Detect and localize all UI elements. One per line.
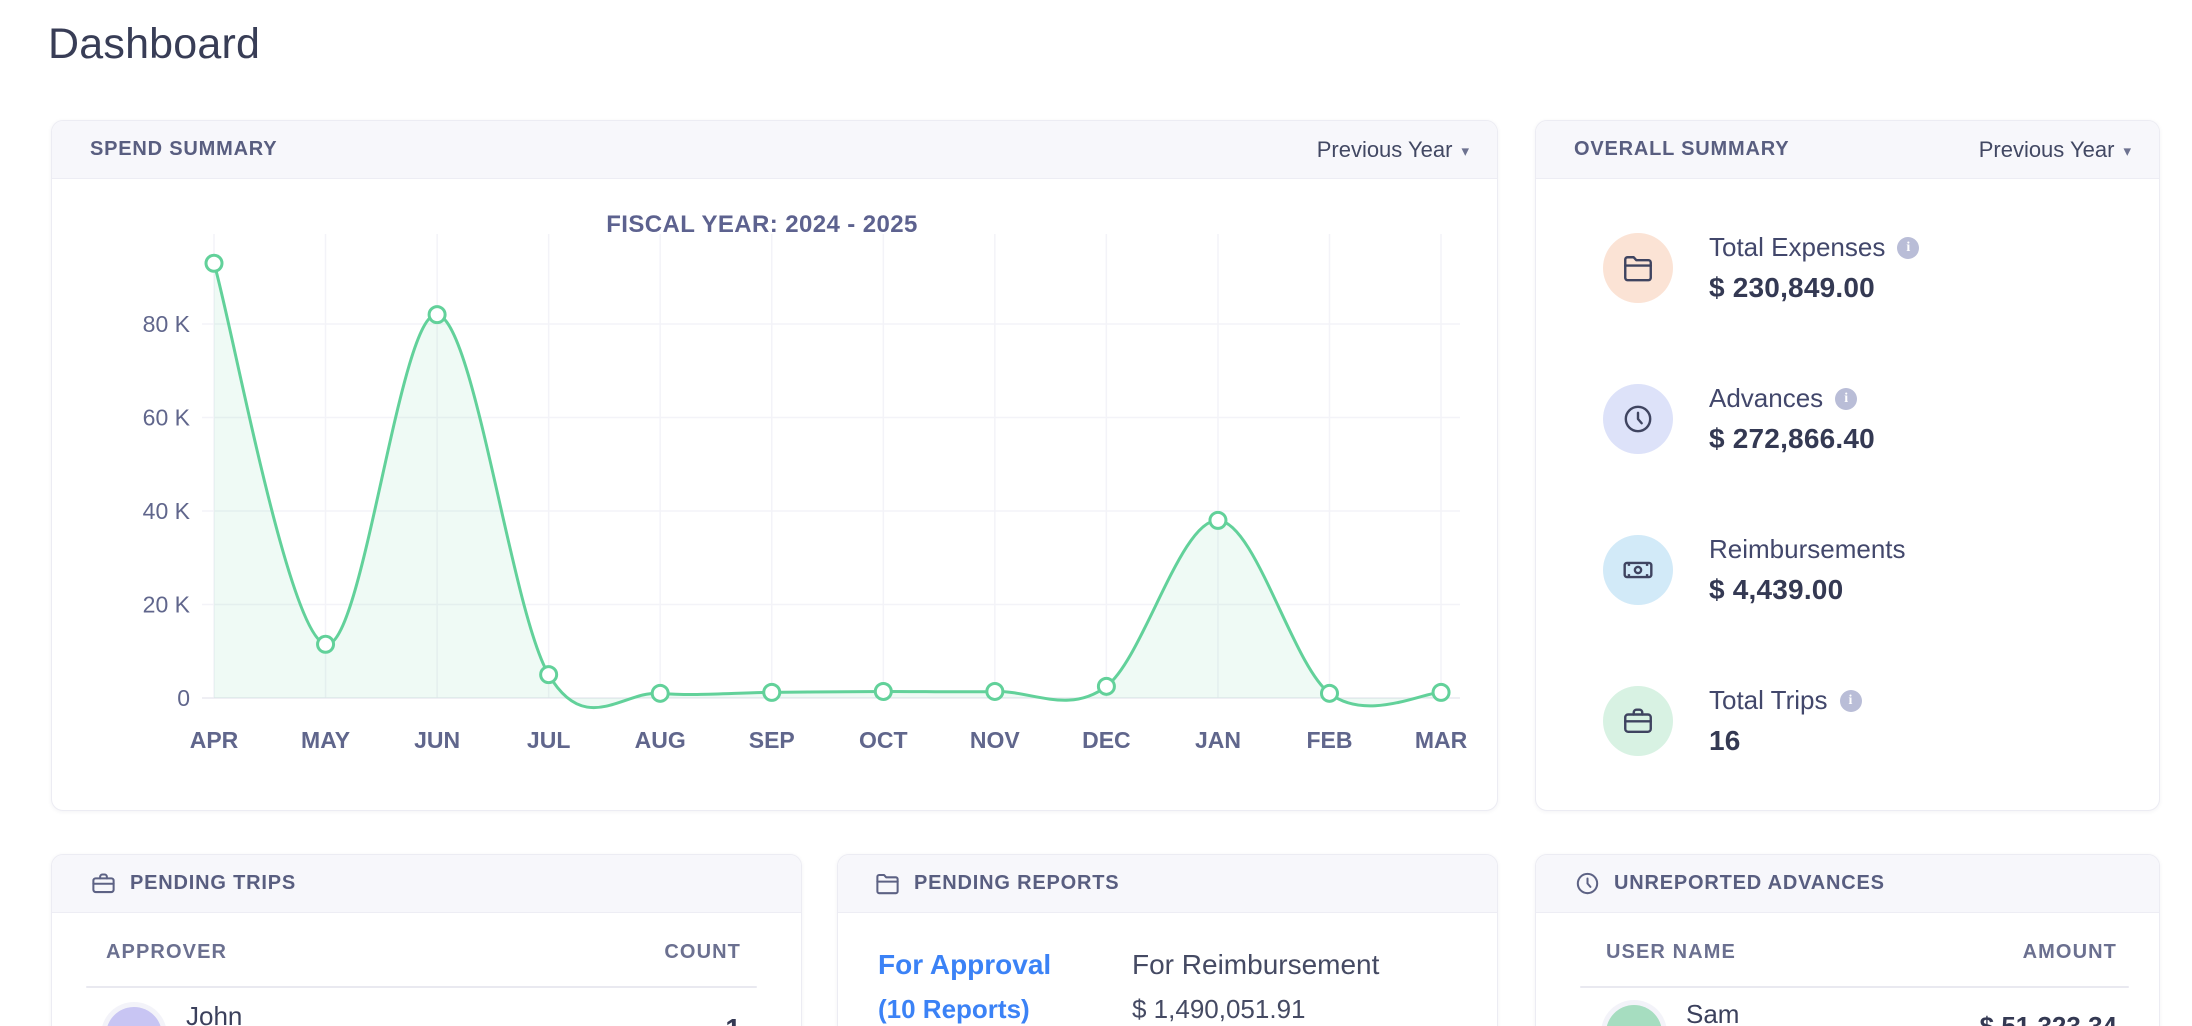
for-approval-stat[interactable]: For Approval (10 Reports) bbox=[878, 949, 1051, 1025]
overall-summary-card: OVERALL SUMMARY Previous Year ▾ Total Ex… bbox=[1535, 120, 2160, 811]
overall-period-selector[interactable]: Previous Year ▾ bbox=[1979, 137, 2131, 163]
clock-icon bbox=[1603, 384, 1673, 454]
total-trips-value: 16 bbox=[1709, 725, 1862, 757]
svg-text:40 K: 40 K bbox=[143, 498, 191, 524]
advances-value: $ 272,866.40 bbox=[1709, 423, 1875, 455]
folder-icon bbox=[874, 870, 901, 897]
for-reimbursement-stat[interactable]: For Reimbursement $ 1,490,051.91 bbox=[1132, 949, 1379, 1025]
svg-text:DEC: DEC bbox=[1082, 727, 1131, 753]
svg-text:AUG: AUG bbox=[635, 727, 686, 753]
avatar bbox=[1606, 1005, 1662, 1026]
spend-period-selector[interactable]: Previous Year ▾ bbox=[1317, 137, 1469, 163]
pending-trips-card: PENDING TRIPS APPROVER COUNT John 1 bbox=[51, 854, 802, 1026]
reimbursements-value: $ 4,439.00 bbox=[1709, 574, 1906, 606]
total-expenses-value: $ 230,849.00 bbox=[1709, 272, 1919, 304]
column-amount: AMOUNT bbox=[2023, 941, 2117, 964]
reimbursements-row: Reimbursements $ 4,439.00 bbox=[1603, 535, 2129, 605]
overall-period-label: Previous Year bbox=[1979, 137, 2115, 163]
column-approver: APPROVER bbox=[106, 941, 227, 964]
avatar bbox=[106, 1007, 162, 1026]
svg-text:MAR: MAR bbox=[1415, 727, 1468, 753]
unreported-advances-header: UNREPORTED ADVANCES bbox=[1536, 855, 2159, 913]
unreported-advances-card: UNREPORTED ADVANCES USER NAME AMOUNT Sam… bbox=[1535, 854, 2160, 1026]
svg-text:JUN: JUN bbox=[414, 727, 460, 753]
column-user-name: USER NAME bbox=[1606, 941, 1736, 964]
total-expenses-row: Total Expenses i $ 230,849.00 bbox=[1603, 233, 2129, 303]
svg-text:80 K: 80 K bbox=[143, 311, 191, 337]
folder-icon bbox=[1603, 233, 1673, 303]
dashboard-page: Dashboard SPEND SUMMARY Previous Year ▾ … bbox=[0, 0, 2192, 1026]
user-name: Sam bbox=[1686, 999, 1739, 1026]
total-expenses-label: Total Expenses bbox=[1709, 232, 1885, 263]
chevron-down-icon: ▾ bbox=[2123, 141, 2131, 159]
svg-text:OCT: OCT bbox=[859, 727, 908, 753]
divider bbox=[1580, 986, 2129, 988]
reimbursements-label: Reimbursements bbox=[1709, 534, 1906, 565]
banknote-icon bbox=[1603, 535, 1673, 605]
for-approval-label: For Approval bbox=[878, 949, 1051, 981]
clock-icon bbox=[1574, 870, 1601, 897]
overall-summary-header: OVERALL SUMMARY Previous Year ▾ bbox=[1536, 121, 2159, 179]
chevron-down-icon: ▾ bbox=[1461, 141, 1469, 159]
column-count: COUNT bbox=[664, 941, 741, 964]
info-icon[interactable]: i bbox=[1897, 237, 1919, 259]
divider bbox=[86, 986, 757, 988]
svg-text:SEP: SEP bbox=[749, 727, 795, 753]
pending-reports-header: PENDING REPORTS bbox=[838, 855, 1497, 913]
unreported-advances-title: UNREPORTED ADVANCES bbox=[1614, 872, 1885, 895]
spend-summary-card: SPEND SUMMARY Previous Year ▾ FISCAL YEA… bbox=[51, 120, 1498, 811]
svg-text:JUL: JUL bbox=[527, 727, 570, 753]
for-approval-count: (10 Reports) bbox=[878, 994, 1051, 1025]
total-trips-label: Total Trips bbox=[1709, 685, 1828, 716]
advances-row: Advances i $ 272,866.40 bbox=[1603, 384, 2129, 454]
pending-reports-title: PENDING REPORTS bbox=[914, 872, 1119, 895]
advance-amount: $ 51,323.34 bbox=[1980, 1011, 2117, 1026]
spend-period-label: Previous Year bbox=[1317, 137, 1453, 163]
for-reimbursement-label: For Reimbursement bbox=[1132, 949, 1379, 981]
svg-text:JAN: JAN bbox=[1195, 727, 1241, 753]
info-icon[interactable]: i bbox=[1840, 690, 1862, 712]
spend-summary-header: SPEND SUMMARY Previous Year ▾ bbox=[52, 121, 1497, 179]
svg-text:20 K: 20 K bbox=[143, 592, 191, 618]
svg-text:MAY: MAY bbox=[301, 727, 350, 753]
pending-trips-header: PENDING TRIPS bbox=[52, 855, 801, 913]
svg-text:0: 0 bbox=[177, 685, 190, 711]
svg-text:NOV: NOV bbox=[970, 727, 1021, 753]
advances-label: Advances bbox=[1709, 383, 1823, 414]
pending-reports-card: PENDING REPORTS For Approval (10 Reports… bbox=[837, 854, 1498, 1026]
approver-name: John bbox=[186, 1001, 242, 1026]
page-title: Dashboard bbox=[48, 20, 260, 69]
overall-summary-title: OVERALL SUMMARY bbox=[1574, 138, 1789, 161]
spend-line-chart: APR MAY JUN JUL AUG SEP OCT NOV DEC JAN FEB MAR 0 20 … bbox=[52, 179, 1499, 812]
for-reimbursement-amount: $ 1,490,051.91 bbox=[1132, 994, 1379, 1025]
total-trips-row: Total Trips i 16 bbox=[1603, 686, 2129, 756]
svg-text:FEB: FEB bbox=[1307, 727, 1353, 753]
pending-trips-title: PENDING TRIPS bbox=[130, 872, 296, 895]
briefcase-icon bbox=[90, 870, 117, 897]
spend-summary-title: SPEND SUMMARY bbox=[90, 138, 277, 161]
svg-text:60 K: 60 K bbox=[143, 405, 191, 431]
svg-text:APR: APR bbox=[190, 727, 239, 753]
info-icon[interactable]: i bbox=[1835, 388, 1857, 410]
trip-count: 1 bbox=[725, 1013, 741, 1026]
briefcase-icon bbox=[1603, 686, 1673, 756]
